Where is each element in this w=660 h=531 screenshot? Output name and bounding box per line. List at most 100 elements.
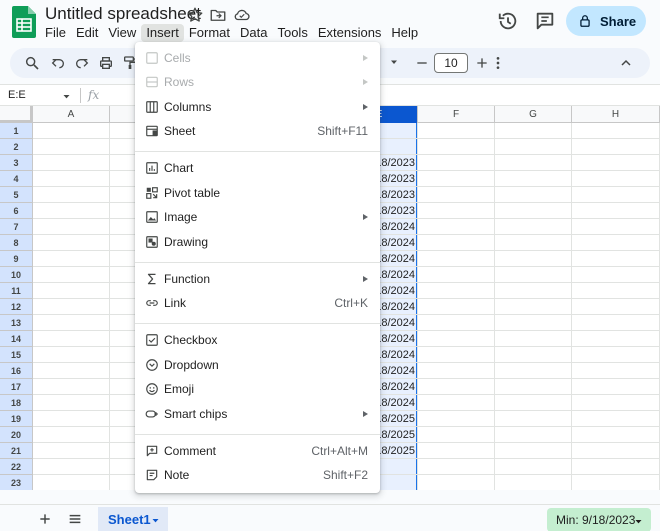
menu-help[interactable]: Help [386, 24, 423, 42]
font-dropdown-arrow-icon[interactable] [388, 56, 400, 68]
column-header-g[interactable]: G [495, 106, 572, 123]
insert-menu-label: Checkbox [164, 333, 218, 347]
row-header-3[interactable]: 3 [0, 155, 33, 171]
menu-data[interactable]: Data [235, 24, 272, 42]
menu-format[interactable]: Format [184, 24, 235, 42]
move-to-folder-icon[interactable] [209, 6, 227, 24]
grid-column-line [571, 123, 572, 490]
insert-menu-item-checkbox[interactable]: Checkbox [135, 329, 380, 353]
link-icon [146, 300, 158, 306]
row-header-1[interactable]: 1 [0, 123, 33, 139]
menu-view[interactable]: View [103, 24, 141, 42]
undo-icon[interactable] [50, 55, 66, 71]
insert-menu-item-sheet[interactable]: Sheet Shift+F11 [135, 120, 380, 144]
row-header-15[interactable]: 15 [0, 347, 33, 363]
menu-separator [135, 434, 380, 435]
menu-insert[interactable]: Insert [141, 24, 184, 42]
row-header-6[interactable]: 6 [0, 203, 33, 219]
version-history-icon[interactable] [497, 10, 519, 32]
submenu-arrow-icon [363, 214, 368, 220]
menu-file[interactable]: File [40, 24, 71, 42]
rows-icon [146, 76, 158, 88]
row-header-12[interactable]: 12 [0, 299, 33, 315]
collapse-toolbar-icon[interactable] [618, 55, 634, 71]
cloud-status-icon[interactable] [233, 6, 251, 24]
insert-menu-item-note[interactable]: Note Shift+F2 [135, 464, 380, 488]
select-all-corner[interactable] [0, 106, 33, 123]
column-header-h[interactable]: H [572, 106, 660, 123]
submenu-arrow-icon [363, 104, 368, 110]
row-header-14[interactable]: 14 [0, 331, 33, 347]
all-sheets-icon[interactable] [67, 511, 83, 527]
row-header-22[interactable]: 22 [0, 459, 33, 475]
insert-menu-label: Smart chips [164, 407, 228, 421]
row-header-9[interactable]: 9 [0, 251, 33, 267]
insert-menu-item-dropdown[interactable]: Dropdown [135, 354, 380, 378]
comments-icon[interactable] [534, 10, 556, 32]
menu-tools[interactable]: Tools [272, 24, 312, 42]
fx-label: fx [88, 88, 100, 102]
insert-menu-item-cells[interactable]: Cells [135, 47, 380, 71]
increase-font-size-icon[interactable] [474, 55, 490, 71]
menu-extensions[interactable]: Extensions [313, 24, 387, 42]
summary-dropdown-icon [635, 520, 642, 524]
insert-menu-item-rows[interactable]: Rows [135, 71, 380, 95]
insert-menu-item-chart[interactable]: Chart [135, 157, 380, 181]
selection-summary-chip[interactable]: Min: 9/18/2023 [547, 508, 651, 531]
row-header-19[interactable]: 19 [0, 411, 33, 427]
row-header-8[interactable]: 8 [0, 235, 33, 251]
sigma-icon [147, 273, 156, 285]
print-icon[interactable] [98, 55, 114, 71]
row-header-20[interactable]: 20 [0, 427, 33, 443]
submenu-arrow-icon [363, 79, 368, 85]
columns-icon [146, 101, 158, 113]
name-box[interactable]: E:E [8, 89, 26, 101]
column-header-f[interactable]: F [418, 106, 495, 123]
more-options-icon[interactable] [490, 55, 506, 71]
sheet-tab-sheet1[interactable]: Sheet1 [98, 507, 168, 531]
search-menus-icon[interactable] [24, 55, 40, 71]
column-header-a[interactable]: A [33, 106, 110, 123]
row-header-16[interactable]: 16 [0, 363, 33, 379]
redo-icon[interactable] [74, 55, 90, 71]
row-header-4[interactable]: 4 [0, 171, 33, 187]
insert-menu-item-comment[interactable]: Comment Ctrl+Alt+M [135, 440, 380, 464]
insert-menu-shortcut: Shift+F2 [322, 468, 368, 482]
comment-icon [146, 445, 158, 457]
drawing-icon [146, 236, 158, 248]
insert-menu-item-drawing[interactable]: Drawing [135, 231, 380, 255]
row-header-21[interactable]: 21 [0, 443, 33, 459]
insert-menu-item-columns[interactable]: Columns [135, 96, 380, 120]
insert-menu-item-link[interactable]: Link Ctrl+K [135, 292, 380, 316]
insert-menu-label: Link [164, 296, 187, 310]
row-header-13[interactable]: 13 [0, 315, 33, 331]
row-header-23[interactable]: 23 [0, 475, 33, 490]
menu-edit[interactable]: Edit [71, 24, 103, 42]
share-button[interactable]: Share [566, 6, 646, 36]
add-sheet-icon[interactable] [37, 511, 53, 527]
insert-menu-item-pivot-table[interactable]: Pivot table [135, 182, 380, 206]
insert-menu-item-image[interactable]: Image [135, 206, 380, 230]
row-header-2[interactable]: 2 [0, 139, 33, 155]
sheet-tab-dropdown-icon[interactable] [151, 516, 160, 525]
row-header-10[interactable]: 10 [0, 267, 33, 283]
insert-menu-item-smart-chips[interactable]: Smart chips [135, 403, 380, 427]
insert-menu-item-emoji[interactable]: Emoji [135, 378, 380, 402]
row-header-5[interactable]: 5 [0, 187, 33, 203]
decrease-font-size-icon[interactable] [414, 55, 430, 71]
insert-menu-item-function[interactable]: Function [135, 268, 380, 292]
row-header-11[interactable]: 11 [0, 283, 33, 299]
sheets-logo-icon[interactable] [12, 6, 36, 38]
row-header-18[interactable]: 18 [0, 395, 33, 411]
star-icon[interactable] [186, 6, 204, 24]
row-header-7[interactable]: 7 [0, 219, 33, 235]
font-size-input[interactable]: 10 [434, 53, 468, 73]
name-box-dropdown-icon[interactable] [62, 92, 71, 101]
cells-icon [146, 52, 158, 64]
row-header-17[interactable]: 17 [0, 379, 33, 395]
insert-menu-shortcut: Ctrl+K [334, 296, 368, 310]
insert-menu-label: Rows [164, 75, 195, 89]
insert-menu-label: Drawing [164, 235, 209, 249]
document-title[interactable]: Untitled spreadsheet [45, 4, 201, 24]
emoji-icon [146, 383, 158, 395]
